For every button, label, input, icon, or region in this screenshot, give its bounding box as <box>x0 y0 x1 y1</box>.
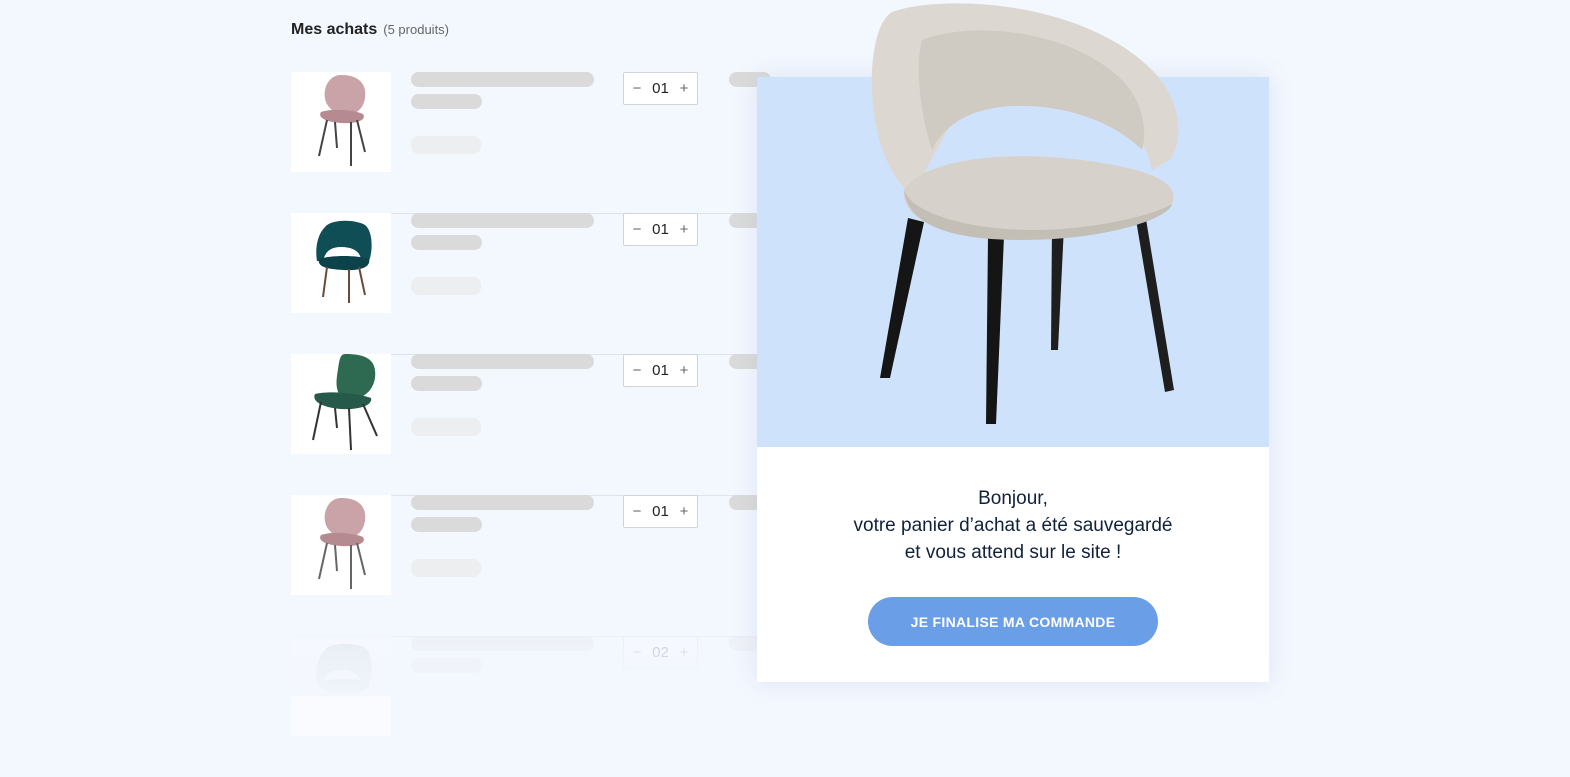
product-action-placeholder <box>411 136 481 154</box>
product-name-placeholder <box>411 72 594 87</box>
quantity-value: 01 <box>652 80 669 97</box>
product-image[interactable] <box>291 354 391 454</box>
teal-armchair-icon <box>316 220 372 303</box>
decrease-button[interactable]: − <box>630 362 644 379</box>
list-fade-overlay <box>291 600 771 696</box>
increase-button[interactable]: + <box>677 362 691 379</box>
beige-armchair-icon <box>871 3 1179 424</box>
popup-message: Bonjour, votre panier d’achat a été sauv… <box>757 485 1269 566</box>
product-name-placeholder <box>411 495 594 510</box>
decrease-button[interactable]: − <box>630 221 644 238</box>
product-variant-placeholder <box>411 235 482 250</box>
quantity-value: 01 <box>652 503 669 520</box>
quantity-stepper: − 01 + <box>623 354 698 387</box>
cart-saved-popup: Bonjour, votre panier d’achat a été sauv… <box>757 3 1269 682</box>
green-chair-icon <box>312 354 378 451</box>
quantity-stepper: − 01 + <box>623 213 698 246</box>
product-action-placeholder <box>411 418 481 436</box>
product-image[interactable] <box>291 213 391 313</box>
product-variant-placeholder <box>411 517 482 532</box>
quantity-value: 01 <box>652 362 669 379</box>
increase-button[interactable]: + <box>677 503 691 520</box>
quantity-stepper: − 01 + <box>623 495 698 528</box>
product-variant-placeholder <box>411 94 482 109</box>
pink-chair-icon <box>318 75 366 166</box>
cart-row: − 01 + <box>291 213 771 355</box>
decrease-button[interactable]: − <box>630 503 644 520</box>
increase-button[interactable]: + <box>677 80 691 97</box>
product-image[interactable] <box>291 72 391 172</box>
cart-title: Mes achats (5 produits) <box>291 21 449 39</box>
message-line: votre panier d’achat a été sauvegardé <box>853 515 1173 536</box>
cart-row: − 01 + <box>291 354 771 496</box>
cart-panel: Mes achats (5 produits) − 01 + − 01 + − … <box>291 0 771 736</box>
pink-chair-icon <box>318 498 366 589</box>
product-image[interactable] <box>291 495 391 595</box>
decrease-button[interactable]: − <box>630 80 644 97</box>
product-name-placeholder <box>411 354 594 369</box>
message-greeting: Bonjour, <box>978 488 1048 509</box>
cart-row: − 01 + <box>291 72 771 214</box>
quantity-stepper: − 01 + <box>623 72 698 105</box>
cart-item-count: (5 produits) <box>383 22 450 37</box>
product-variant-placeholder <box>411 376 482 391</box>
quantity-value: 01 <box>652 221 669 238</box>
finalize-order-button[interactable]: JE FINALISE MA COMMANDE <box>868 597 1158 646</box>
increase-button[interactable]: + <box>677 221 691 238</box>
cart-title-text: Mes achats <box>291 21 378 38</box>
product-name-placeholder <box>411 213 594 228</box>
product-action-placeholder <box>411 559 481 577</box>
message-line: et vous attend sur le site ! <box>904 542 1122 563</box>
product-action-placeholder <box>411 277 481 295</box>
